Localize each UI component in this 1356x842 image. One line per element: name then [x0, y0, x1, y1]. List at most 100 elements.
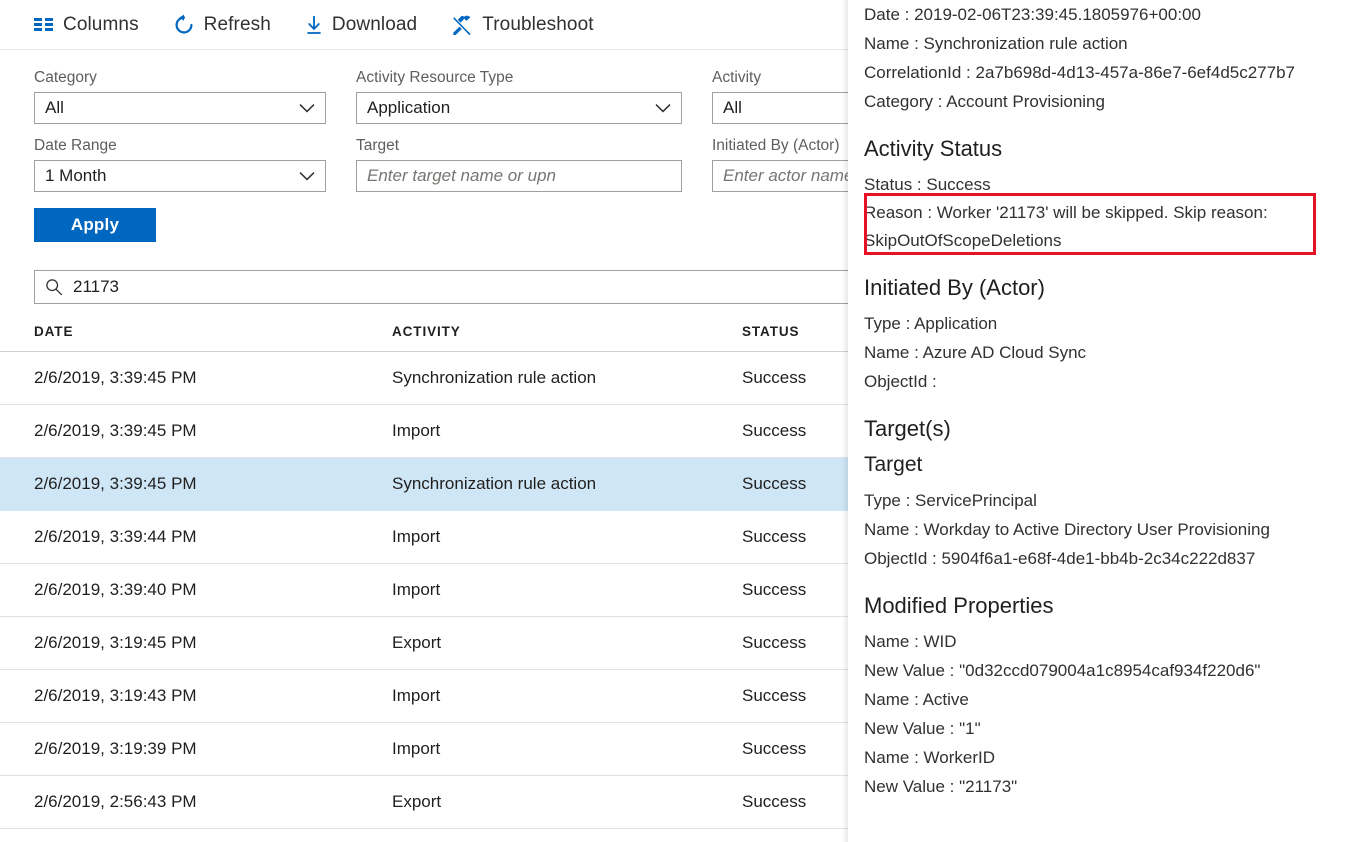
detail-target-name: Name : Workday to Active Directory User … [864, 520, 1270, 539]
modified-properties-list: Name : WID New Value : "0d32ccd079004a1c8… [864, 627, 1356, 801]
detail-target-type: Type : ServicePrincipal [864, 491, 1037, 510]
table-row[interactable]: 2/6/2019, 3:39:45 PM Import Success [0, 405, 848, 458]
cell-date: 2/6/2019, 3:19:45 PM [34, 633, 197, 652]
cell-status: Success [742, 792, 807, 811]
date-range-dropdown[interactable]: 1 Month [34, 160, 326, 192]
filter-activity: Activity All [712, 68, 848, 124]
filter-initiated-by-label: Initiated By (Actor) [712, 137, 840, 154]
target-sub-heading: Target [864, 453, 923, 476]
download-icon [305, 14, 323, 36]
search-input-value: 21173 [73, 277, 120, 296]
table-row[interactable]: 2/6/2019, 3:39:44 PM Import Success [0, 511, 848, 564]
filter-category: Category All [34, 68, 326, 124]
columns-icon [34, 17, 54, 33]
detail-initiated-by-object-id: ObjectId : [864, 372, 937, 391]
detail-activity-status-section: Activity Status Status : Success Reason … [864, 134, 1356, 255]
initiated-by-input-placeholder: Enter actor name or [723, 166, 848, 185]
detail-initiated-by-name: Name : Azure AD Cloud Sync [864, 343, 1087, 362]
refresh-icon [173, 14, 195, 36]
search-icon [45, 278, 63, 296]
column-header-date: DATE [34, 324, 74, 339]
cell-date: 2/6/2019, 3:19:43 PM [34, 686, 197, 705]
column-header-activity: ACTIVITY [392, 324, 461, 339]
modified-property-name: Name : WorkerID [864, 748, 995, 767]
table-row[interactable]: 2/6/2019, 3:39:45 PM Synchronization rule… [0, 352, 848, 405]
refresh-button[interactable]: Refresh [173, 14, 271, 36]
detail-activity-name: Name : Synchronization rule action [864, 34, 1128, 53]
filter-category-label: Category [34, 69, 97, 86]
audit-logs-screen: Columns Refresh Download Troubleshoot Ca… [0, 0, 1356, 842]
detail-activity-date: Date : 2019-02-06T23:39:45.1805976+00:00 [864, 5, 1201, 24]
cell-status: Success [742, 633, 807, 652]
filter-target-label: Target [356, 137, 400, 154]
cell-date: 2/6/2019, 3:39:40 PM [34, 580, 197, 599]
cell-activity: Import [392, 421, 441, 440]
initiated-by-heading: Initiated By (Actor) [864, 275, 1045, 300]
detail-activity-category: Category : Account Provisioning [864, 92, 1105, 111]
cell-date: 2/6/2019, 3:39:45 PM [34, 474, 197, 493]
audit-log-table: DATE ACTIVITY STATUS 2/6/2019, 3:39:45 P… [0, 324, 848, 829]
cell-status: Success [742, 421, 807, 440]
cell-activity: Import [392, 686, 441, 705]
detail-initiated-by-section: Initiated By (Actor) Type : Application … [864, 273, 1356, 396]
filter-activity-label: Activity [712, 69, 762, 86]
cell-status: Success [742, 474, 807, 493]
chevron-down-icon [299, 171, 315, 181]
download-button-label: Download [331, 13, 418, 35]
modified-property-new-value: New Value : "1" [864, 719, 981, 738]
filter-date-range: Date Range 1 Month [34, 136, 326, 192]
table-body: 2/6/2019, 3:39:45 PM Synchronization rule… [0, 352, 848, 829]
troubleshoot-button[interactable]: Troubleshoot [451, 13, 594, 36]
table-row[interactable]: 2/6/2019, 3:19:39 PM Import Success [0, 723, 848, 776]
activity-dropdown-value: All [723, 98, 742, 117]
table-row[interactable]: 2/6/2019, 3:19:43 PM Import Success [0, 670, 848, 723]
download-button[interactable]: Download [305, 14, 417, 36]
target-input[interactable]: Enter target name or upn [356, 160, 682, 192]
cell-status: Success [742, 580, 807, 599]
table-header-row: DATE ACTIVITY STATUS [0, 324, 848, 352]
target-input-placeholder: Enter target name or upn [367, 166, 557, 185]
filter-initiated-by: Initiated By (Actor) Enter actor name or [712, 136, 848, 192]
activity-dropdown[interactable]: All [712, 92, 848, 124]
detail-activity-correlation-id: CorrelationId : 2a7b698d-4d13-457a-86e7-… [864, 63, 1296, 82]
troubleshoot-icon [451, 14, 473, 36]
cell-date: 2/6/2019, 3:39:44 PM [34, 527, 197, 546]
cell-activity: Import [392, 739, 441, 758]
chevron-down-icon [655, 103, 671, 113]
cell-date: 2/6/2019, 3:19:39 PM [34, 739, 197, 758]
filter-section: Category All Activity Resource Type Appl… [0, 50, 848, 242]
command-toolbar: Columns Refresh Download Troubleshoot [0, 0, 848, 50]
category-dropdown[interactable]: All [34, 92, 326, 124]
initiated-by-input[interactable]: Enter actor name or [712, 160, 848, 192]
columns-button-label: Columns [63, 13, 139, 35]
table-row[interactable]: 2/6/2019, 3:19:45 PM Export Success [0, 617, 848, 670]
table-row[interactable]: 2/6/2019, 3:39:40 PM Import Success [0, 564, 848, 617]
activity-resource-type-dropdown[interactable]: Application [356, 92, 682, 124]
detail-target-object-id: ObjectId : 5904f6a1-e68f-4de1-bb4b-2c34c… [864, 549, 1256, 568]
cell-status: Success [742, 686, 807, 705]
troubleshoot-button-label: Troubleshoot [482, 13, 594, 35]
cell-date: 2/6/2019, 3:39:45 PM [34, 421, 197, 440]
cell-activity: Synchronization rule action [392, 368, 597, 387]
refresh-button-label: Refresh [203, 13, 271, 35]
cell-date: 2/6/2019, 3:39:45 PM [34, 368, 197, 387]
targets-heading: Target(s) [864, 416, 951, 441]
filter-activity-resource-type-label: Activity Resource Type [356, 69, 514, 86]
audit-log-detail-panel: Activity Date : 2019-02-06T23:39:45.1805… [848, 0, 1356, 842]
modified-property-name: Name : WID [864, 632, 957, 651]
filter-date-range-label: Date Range [34, 137, 117, 154]
columns-button[interactable]: Columns [34, 14, 139, 36]
cell-status: Success [742, 368, 807, 387]
search-input[interactable]: 21173 [34, 270, 848, 304]
table-row[interactable]: 2/6/2019, 2:56:43 PM Export Success [0, 776, 848, 829]
filter-activity-resource-type: Activity Resource Type Application [356, 68, 682, 124]
detail-reason: Reason : Worker '21173' will be skipped.… [864, 203, 1268, 250]
detail-status: Status : Success [864, 175, 991, 194]
table-row[interactable]: 2/6/2019, 3:39:45 PM Synchronization rule… [0, 458, 848, 511]
date-range-dropdown-value: 1 Month [45, 166, 107, 185]
modified-property-new-value: New Value : "0d32ccd079004a1c8954caf934f… [864, 661, 1261, 680]
cell-activity: Export [392, 633, 442, 652]
activity-status-heading: Activity Status [864, 136, 1003, 161]
apply-button[interactable]: Apply [34, 208, 156, 242]
cell-activity: Import [392, 527, 441, 546]
